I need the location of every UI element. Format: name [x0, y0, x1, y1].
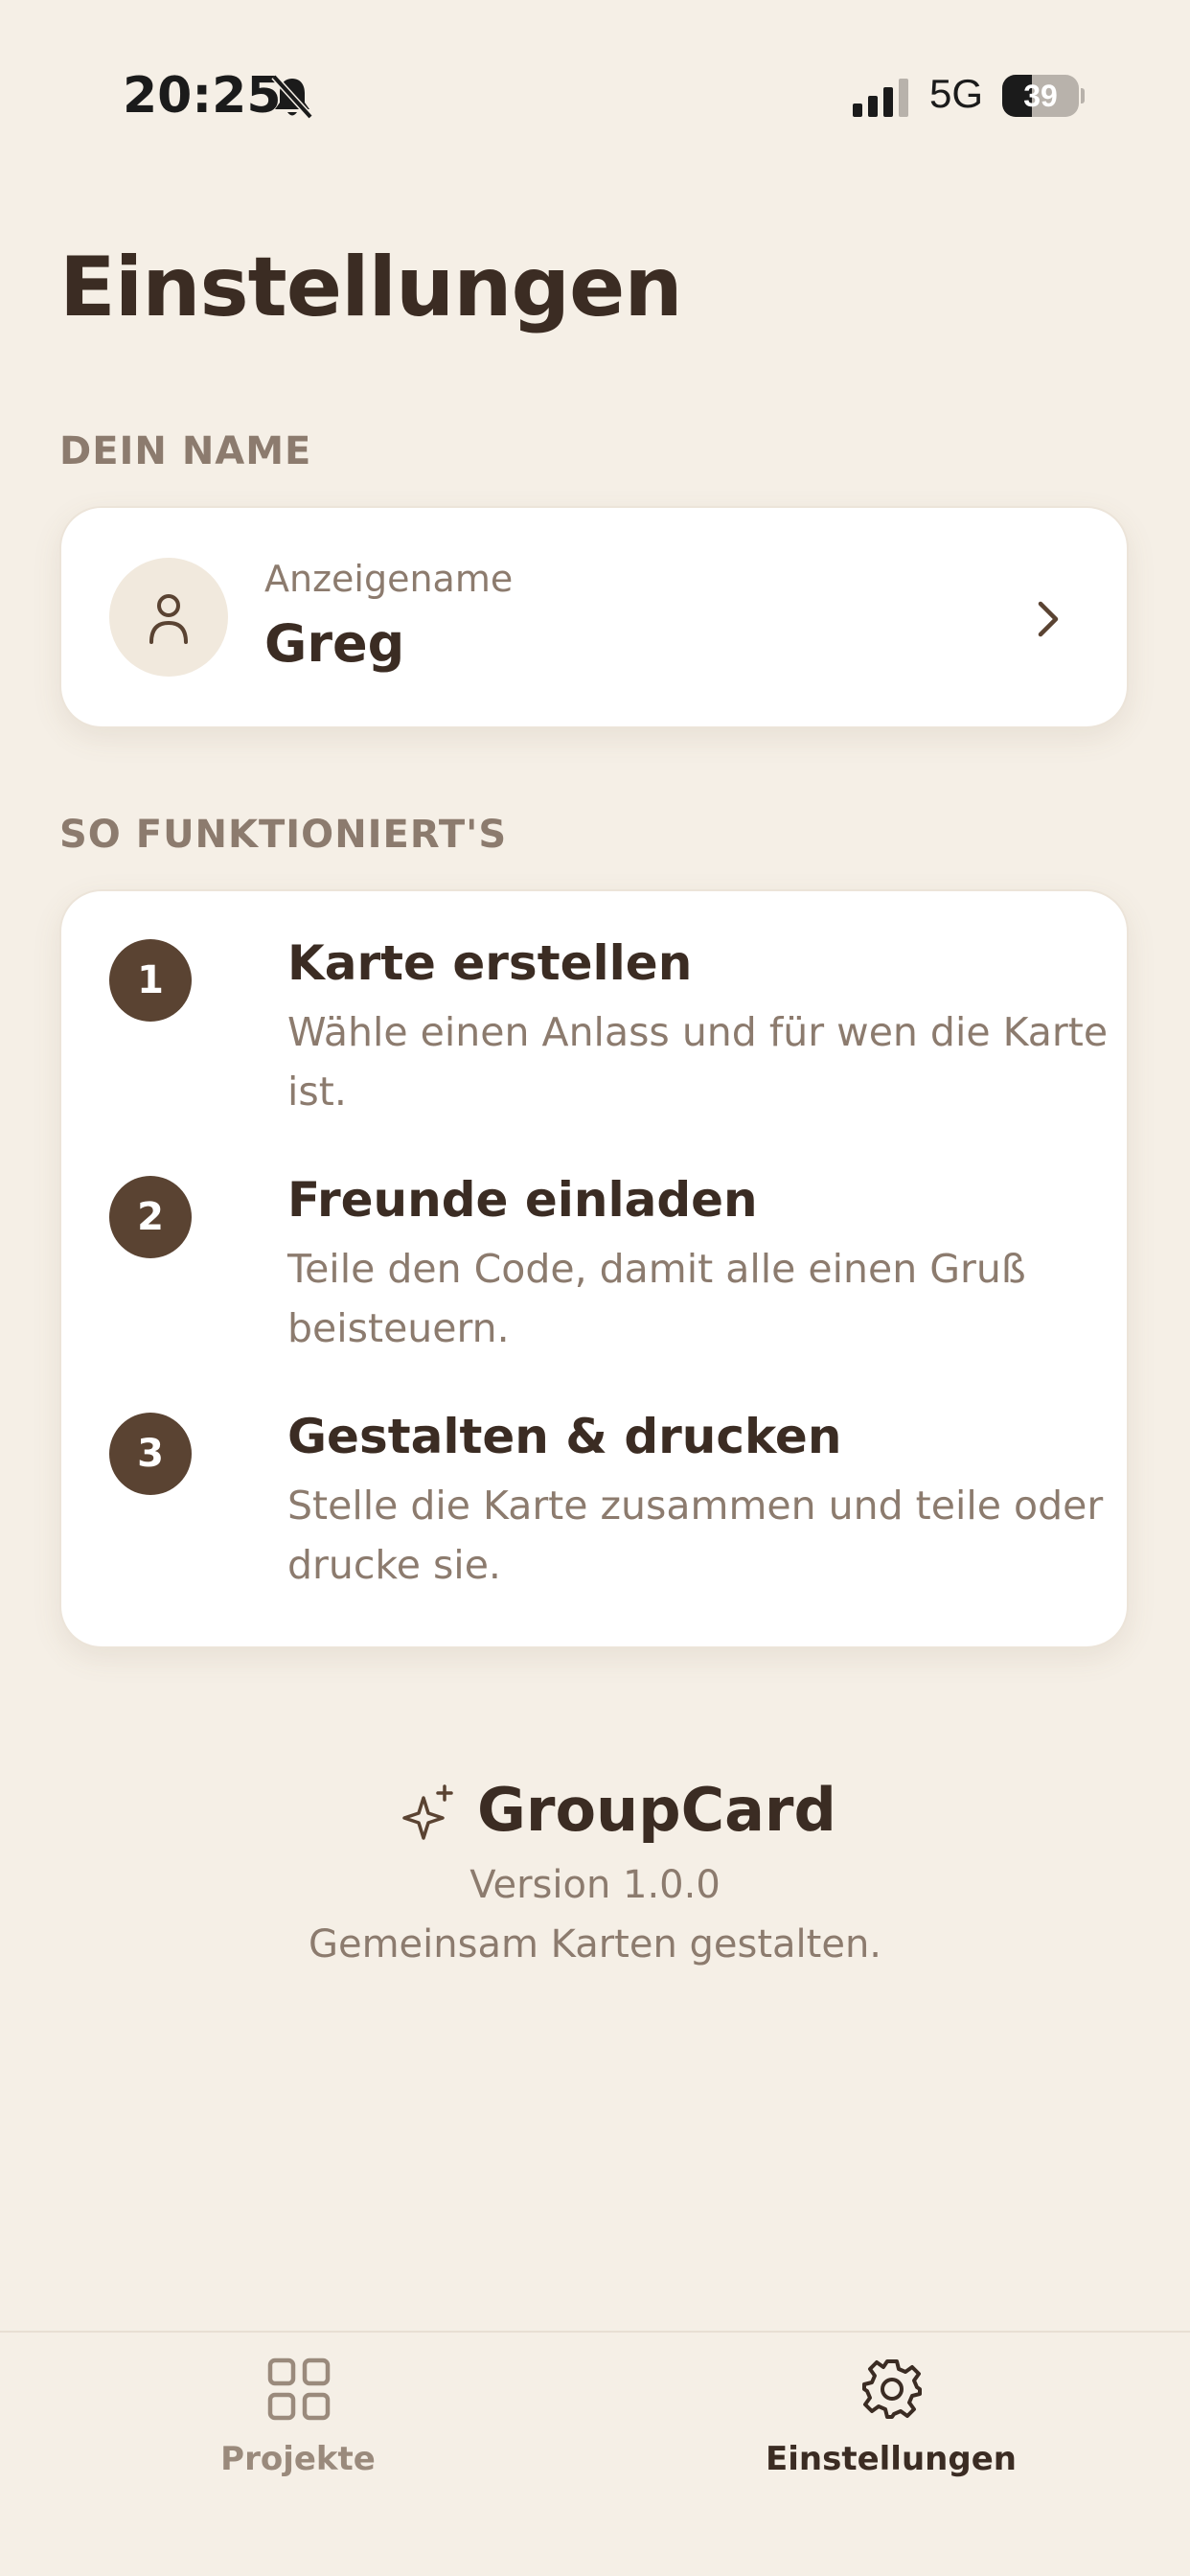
page-title: Einstellungen — [59, 240, 683, 335]
step-title: Karte erstellen — [287, 935, 693, 991]
step-number: 3 — [109, 1413, 192, 1495]
section-label-name: DEIN NAME — [59, 429, 312, 473]
gear-icon — [862, 2359, 922, 2419]
battery-percent: 39 — [1023, 79, 1058, 113]
grid-icon — [267, 2358, 331, 2421]
display-name-row[interactable]: Anzeigename Greg — [59, 506, 1129, 728]
sparkle-icon — [402, 1784, 453, 1840]
status-time: 20:25 — [123, 67, 282, 125]
battery-icon: 39 — [1002, 75, 1085, 117]
tab-projects[interactable]: Projekte — [106, 2333, 490, 2524]
app-tagline: Gemeinsam Karten gestalten. — [308, 1922, 882, 1966]
tab-bar: Projekte Einstellungen — [0, 2331, 1190, 2576]
step-number: 2 — [109, 1176, 192, 1258]
app-version: Version 1.0.0 — [469, 1863, 721, 1907]
step-description: Stelle die Karte zusammen und teile oder… — [287, 1483, 1104, 1588]
step-description: Teile den Code, damit alle einen Gruß be… — [287, 1246, 1026, 1351]
step-number: 1 — [109, 939, 192, 1022]
tab-settings[interactable]: Einstellungen — [699, 2333, 1083, 2524]
step-title: Freunde einladen — [287, 1172, 758, 1228]
status-bar: 20:25 5G 39 — [0, 0, 1190, 192]
how-it-works-card: 1 Karte erstellen Wähle einen Anlass und… — [59, 889, 1129, 1648]
person-icon — [149, 594, 188, 644]
settings-screen: 20:25 5G 39 Einstellungen DEIN NAME Anze… — [0, 0, 1190, 2576]
chevron-right-icon — [1038, 601, 1059, 637]
section-label-how: SO FUNKTIONIERT'S — [59, 813, 508, 857]
step-description: Wähle einen Anlass und für wen die Karte… — [287, 1009, 1109, 1115]
avatar — [109, 558, 228, 677]
signal-icon — [853, 79, 908, 117]
network-type: 5G — [929, 71, 984, 116]
step-title: Gestalten & drucken — [287, 1409, 842, 1464]
tab-label: Projekte — [220, 2440, 376, 2478]
tab-label: Einstellungen — [766, 2440, 1017, 2478]
bell-slash-icon — [271, 74, 313, 120]
app-name: GroupCard — [477, 1775, 836, 1845]
display-name-value: Greg — [264, 613, 405, 674]
display-name-caption: Anzeigename — [264, 558, 514, 600]
